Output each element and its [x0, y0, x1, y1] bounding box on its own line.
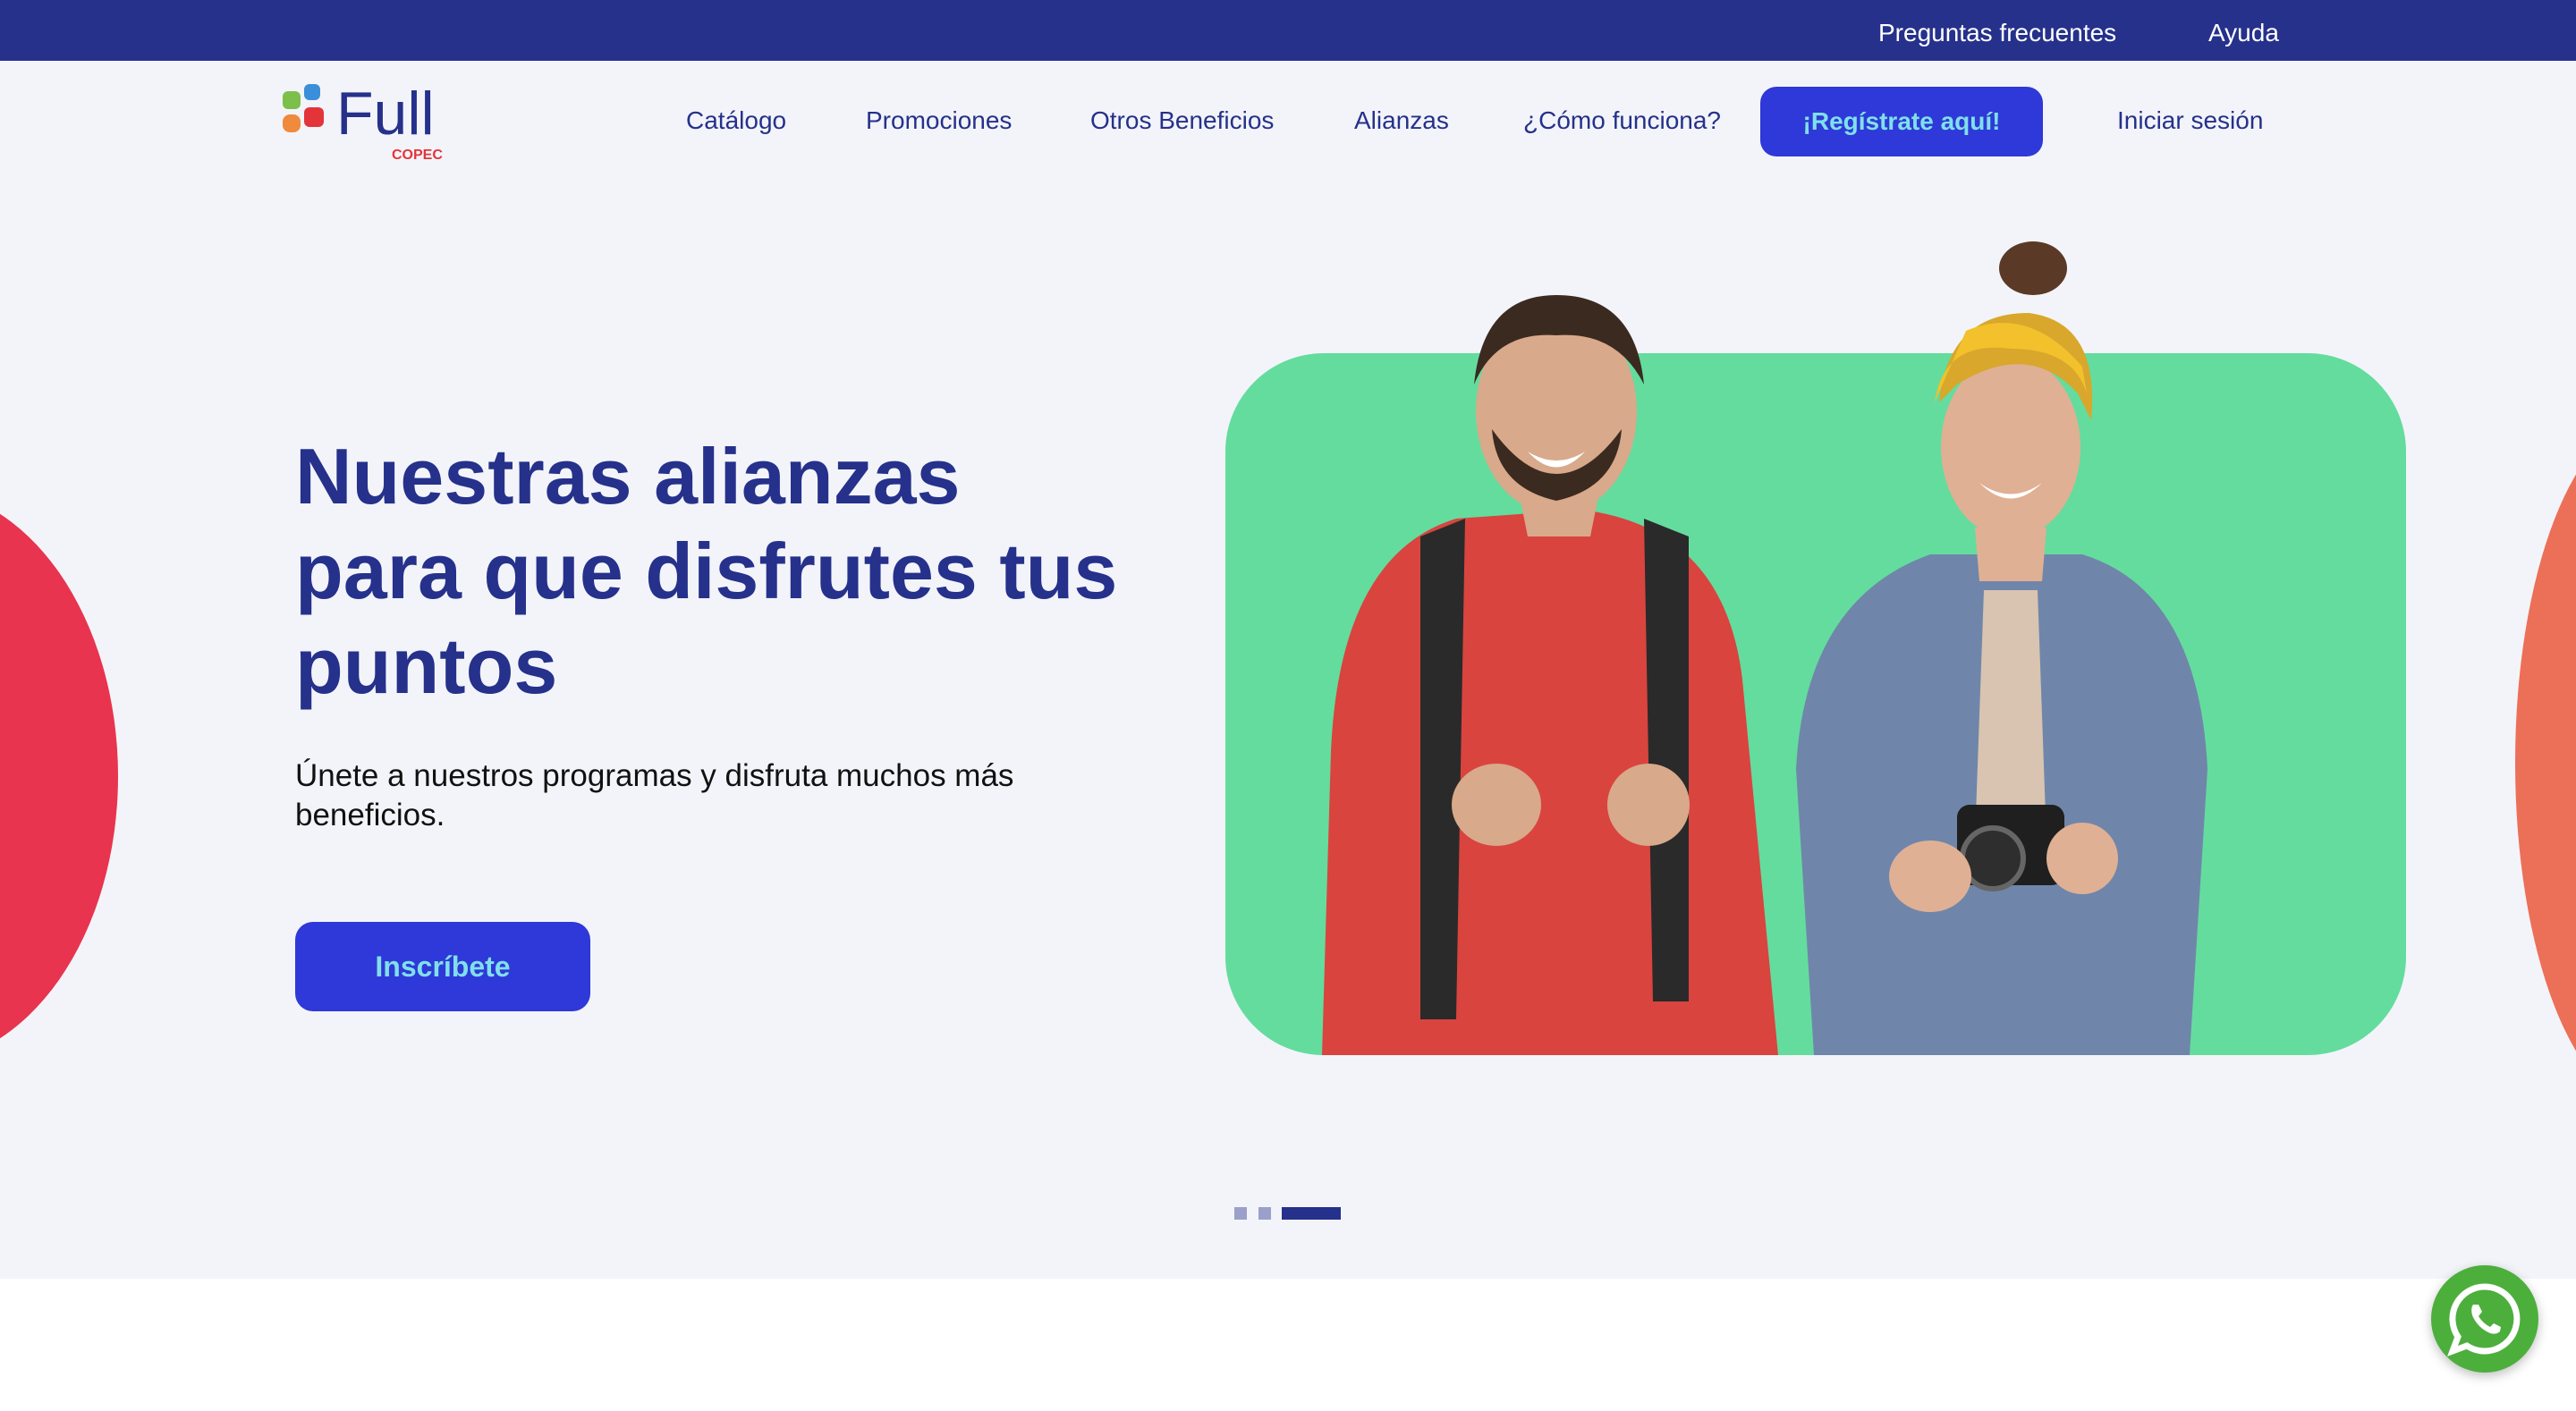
nav-como-funciona[interactable]: ¿Cómo funciona?: [1523, 98, 1721, 143]
hero-subtitle: Únete a nuestros programas y disfruta mu…: [295, 758, 1014, 832]
decorative-red-shape: [0, 488, 118, 1064]
decorative-orange-shape: [2515, 418, 2576, 1107]
nav-alianzas[interactable]: Alianzas: [1354, 98, 1449, 143]
register-button[interactable]: ¡Regístrate aquí!: [1760, 87, 2043, 156]
whatsapp-icon: [2447, 1283, 2521, 1356]
full-copec-logo[interactable]: Full COPEC: [281, 80, 451, 163]
nav-catalogo[interactable]: Catálogo: [686, 98, 786, 143]
carousel-dot-1[interactable]: [1234, 1207, 1247, 1220]
help-link[interactable]: Ayuda: [2208, 0, 2279, 61]
top-utility-bar: Preguntas frecuentes Ayuda: [0, 0, 2576, 61]
faq-link[interactable]: Preguntas frecuentes: [1878, 0, 2116, 61]
login-link[interactable]: Iniciar sesión: [2117, 98, 2263, 143]
logo-wordmark: Full: [336, 82, 435, 148]
signup-cta-button[interactable]: Inscríbete: [295, 922, 590, 1011]
whatsapp-button[interactable]: [2431, 1265, 2538, 1373]
carousel-dot-3-active[interactable]: [1282, 1207, 1341, 1220]
hero-title: Nuestras alianzas para que disfrutes tus…: [295, 432, 1118, 710]
logo-subtext: COPEC: [392, 148, 443, 163]
nav-promociones[interactable]: Promociones: [866, 98, 1012, 143]
hero-couple-photo: [1224, 215, 2408, 1055]
nav-otros-beneficios[interactable]: Otros Beneficios: [1090, 98, 1274, 143]
carousel-dot-2[interactable]: [1258, 1207, 1271, 1220]
